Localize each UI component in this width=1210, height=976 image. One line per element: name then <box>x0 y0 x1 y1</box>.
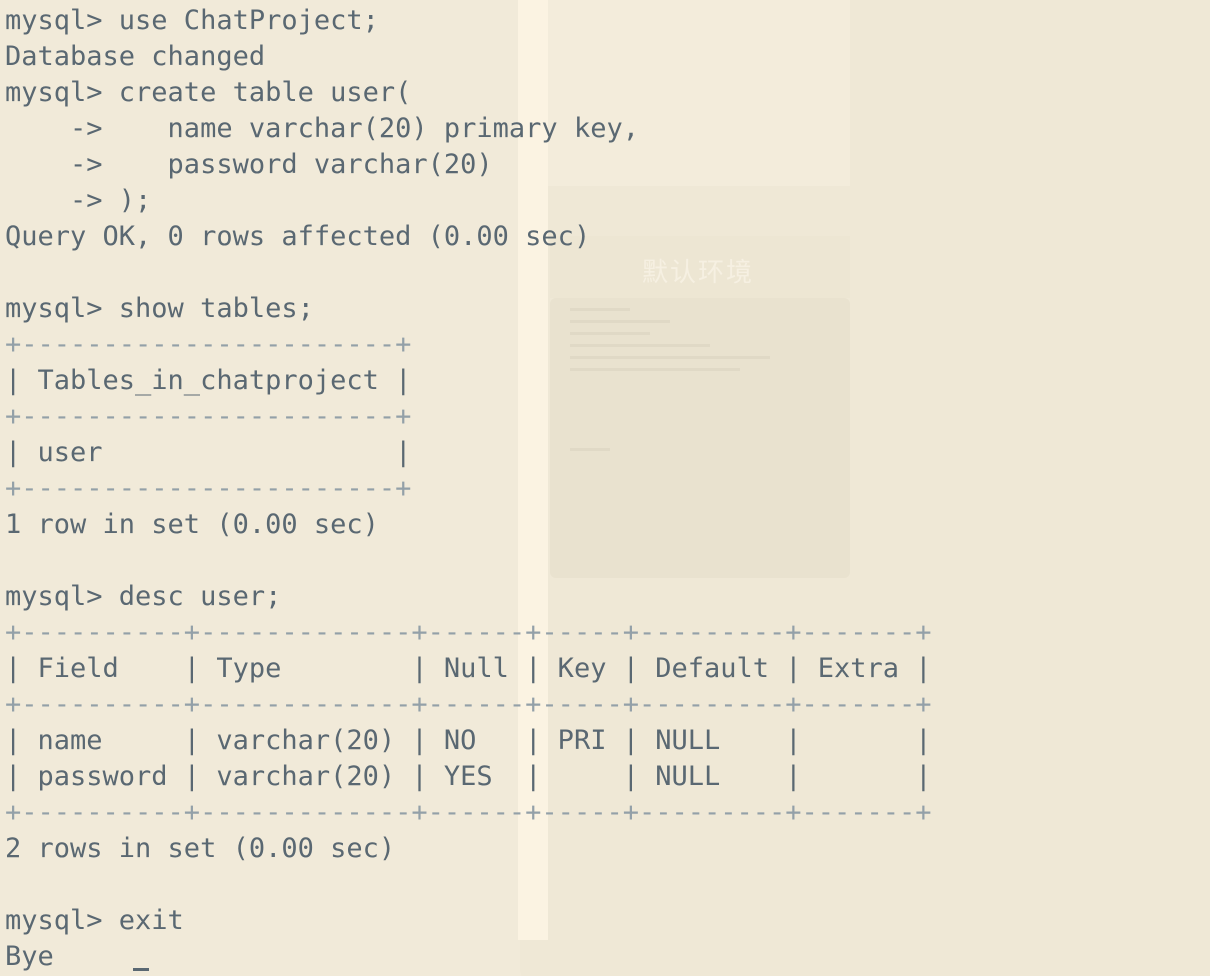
terminal-line: 2 rows in set (0.00 sec) <box>5 833 396 864</box>
table-border-line: +----------+-------------+------+-----+-… <box>5 797 932 828</box>
terminal-line: -> password varchar(20) <box>5 149 493 180</box>
terminal-line: mysql> create table user( <box>5 77 412 108</box>
table-border-line: +-----------------------+ <box>5 329 412 360</box>
terminal-line: Query OK, 0 rows affected (0.00 sec) <box>5 221 591 252</box>
terminal-line: mysql> desc user; <box>5 581 282 612</box>
terminal-line: Database changed <box>5 41 266 72</box>
terminal-cursor <box>133 968 149 971</box>
terminal-line: | password | varchar(20) | YES | | NULL … <box>5 761 932 792</box>
terminal-line: | name | varchar(20) | NO | PRI | NULL |… <box>5 725 932 756</box>
table-border-line: +-----------------------+ <box>5 401 412 432</box>
terminal-line: mysql> show tables; <box>5 293 314 324</box>
terminal-output: mysql> use ChatProject; Database changed m… <box>5 3 932 975</box>
terminal-line: | Field | Type | Null | Key | Default | … <box>5 653 932 684</box>
terminal-line: mysql> exit <box>5 905 184 936</box>
terminal-line: 1 row in set (0.00 sec) <box>5 509 379 540</box>
terminal-line: -> ); <box>5 185 152 216</box>
terminal-line: | user | <box>5 437 412 468</box>
table-border-line: +----------+-------------+------+-----+-… <box>5 689 932 720</box>
terminal-line: -> name varchar(20) primary key, <box>5 113 639 144</box>
table-border-line: +-----------------------+ <box>5 473 412 504</box>
terminal-line: | Tables_in_chatproject | <box>5 365 412 396</box>
table-border-line: +----------+-------------+------+-----+-… <box>5 617 932 648</box>
terminal-line: mysql> use ChatProject; <box>5 5 379 36</box>
